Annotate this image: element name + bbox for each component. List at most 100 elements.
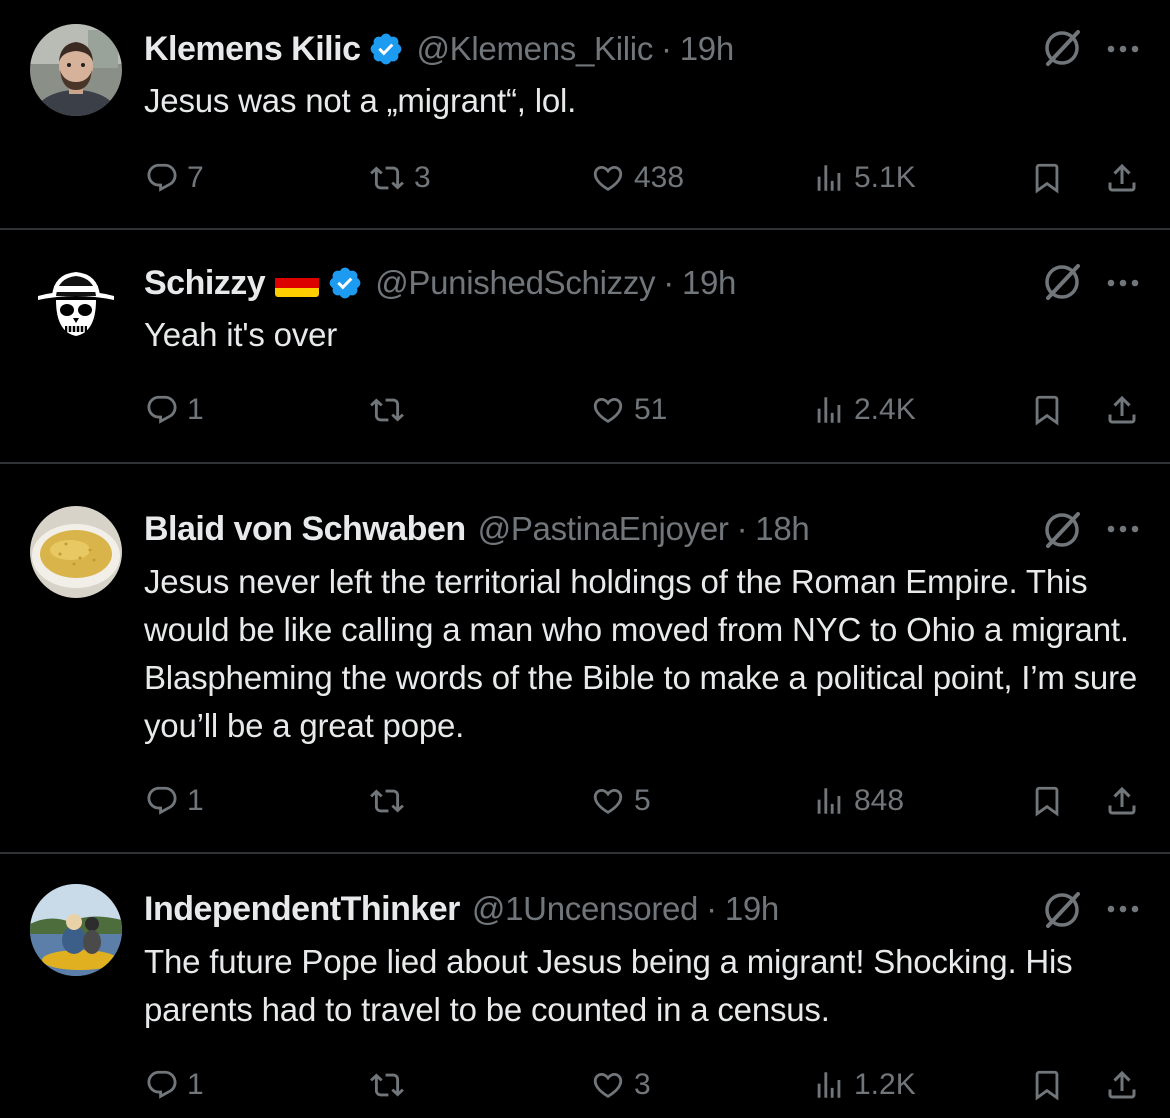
views-button[interactable]: 848 [812, 778, 904, 824]
views-icon [817, 788, 841, 814]
bookmark-button[interactable] [1030, 1062, 1064, 1108]
bookmark-button[interactable] [1030, 155, 1064, 201]
user-handle[interactable]: @1Uncensored [472, 890, 699, 928]
views-icon [817, 397, 841, 423]
bookmark-icon [1035, 395, 1059, 426]
views-count: 5.1K [854, 161, 916, 194]
like-icon [593, 788, 623, 814]
more-icon[interactable] [1100, 886, 1146, 932]
separator-dot: · [663, 264, 674, 301]
like-icon [593, 397, 623, 423]
views-button[interactable]: 2.4K [812, 387, 916, 433]
like-count: 3 [634, 1068, 651, 1101]
action-bar: 7 3 438 5.1K [0, 155, 1170, 201]
views-button[interactable]: 5.1K [812, 155, 916, 201]
display-name[interactable]: Schizzy [144, 264, 266, 303]
tweet-text: Jesus was not a „migrant“, lol. [144, 82, 577, 119]
tweet-header: Klemens Kilic @Klemens_Kilic · 19h [144, 26, 734, 72]
kayak-photo-avatar-icon [30, 884, 122, 976]
bookmark-icon [1035, 163, 1059, 194]
avatar[interactable] [30, 24, 122, 116]
avatar[interactable] [30, 506, 122, 598]
user-handle[interactable]: @PunishedSchizzy [375, 264, 655, 302]
like-button[interactable]: 5 [590, 778, 651, 824]
share-button[interactable] [1104, 387, 1140, 433]
action-bar: 1 5 848 [0, 778, 1170, 824]
reply-count: 1 [187, 784, 204, 817]
repost-button[interactable] [368, 387, 414, 433]
timestamp[interactable]: 19h [682, 264, 736, 302]
display-name[interactable]: IndependentThinker [144, 890, 460, 929]
reply-icon [147, 395, 177, 424]
tweet-klemens[interactable]: Klemens Kilic @Klemens_Kilic · 19h Jesus… [0, 0, 1170, 228]
repost-button[interactable] [368, 778, 414, 824]
timestamp[interactable]: 19h [680, 30, 734, 68]
bookmark-icon [1035, 786, 1059, 817]
avatar[interactable] [30, 256, 122, 348]
share-icon [1108, 786, 1136, 815]
tweet-independentthinker[interactable]: IndependentThinker @1Uncensored · 19h Th… [0, 854, 1170, 1118]
repost-icon [370, 398, 404, 422]
views-count: 848 [854, 784, 905, 817]
avatar[interactable] [30, 884, 122, 976]
timestamp[interactable]: 19h [725, 890, 779, 928]
display-name[interactable]: Klemens Kilic [144, 30, 361, 69]
like-button[interactable]: 438 [590, 155, 684, 201]
verified-badge-icon[interactable] [368, 31, 404, 67]
share-button[interactable] [1104, 778, 1140, 824]
more-icon[interactable] [1100, 506, 1146, 552]
repost-button[interactable] [368, 1062, 414, 1108]
germany-flag-icon [275, 269, 320, 297]
grok-icon[interactable] [1038, 24, 1086, 72]
grok-icon[interactable] [1038, 506, 1086, 554]
like-button[interactable]: 51 [590, 387, 667, 433]
repost-count: 3 [414, 161, 431, 194]
views-icon [817, 1072, 841, 1098]
reply-button[interactable]: 7 [145, 155, 204, 201]
grok-icon[interactable] [1038, 886, 1086, 934]
share-icon [1108, 1070, 1136, 1099]
user-handle[interactable]: @PastinaEnjoyer [478, 510, 729, 548]
action-bar: 1 3 1.2K [0, 1062, 1170, 1108]
reply-icon [147, 1070, 177, 1099]
tweet-blaid[interactable]: Blaid von Schwaben @PastinaEnjoyer · 18h… [0, 464, 1170, 852]
repost-icon [370, 1073, 404, 1097]
tweet-header: IndependentThinker @1Uncensored · 19h [144, 886, 779, 932]
share-icon [1108, 395, 1136, 424]
display-name[interactable]: Blaid von Schwaben [144, 510, 466, 549]
separator-dot: · [736, 510, 748, 547]
reply-button[interactable]: 1 [145, 778, 204, 824]
share-button[interactable] [1104, 1062, 1140, 1108]
views-count: 2.4K [854, 393, 916, 426]
tweet-header: Blaid von Schwaben @PastinaEnjoyer · 18h [144, 506, 810, 552]
views-button[interactable]: 1.2K [812, 1062, 916, 1108]
separator-dot: · [706, 890, 717, 927]
bookmark-button[interactable] [1030, 387, 1064, 433]
repost-button[interactable]: 3 [368, 155, 431, 201]
bookmark-button[interactable] [1030, 778, 1064, 824]
like-count: 51 [634, 393, 668, 426]
user-handle[interactable]: @Klemens_Kilic [416, 30, 653, 68]
grok-icon[interactable] [1038, 258, 1086, 306]
reply-icon [147, 786, 177, 815]
tweet-text: Jesus never left the territorial holding… [144, 563, 1138, 744]
like-count: 438 [634, 161, 685, 194]
share-button[interactable] [1104, 155, 1140, 201]
reply-count: 1 [187, 393, 204, 426]
bookmark-icon [1035, 1070, 1059, 1101]
like-icon [593, 1072, 623, 1098]
views-icon [817, 165, 841, 191]
verified-badge-icon[interactable] [327, 265, 363, 301]
reply-button[interactable]: 1 [145, 1062, 204, 1108]
repost-icon [370, 166, 404, 190]
tweet-schizzy[interactable]: Schizzy @PunishedSchizzy · 19h Yeah it's… [0, 230, 1170, 462]
reply-button[interactable]: 1 [145, 387, 204, 433]
timestamp[interactable]: 18h [755, 510, 809, 548]
like-button[interactable]: 3 [590, 1062, 651, 1108]
more-icon[interactable] [1100, 26, 1146, 72]
like-count: 5 [634, 784, 651, 817]
like-icon [593, 165, 623, 191]
tweet-text: The future Pope lied about Jesus being a… [144, 943, 1073, 1028]
share-icon [1108, 163, 1136, 192]
more-icon[interactable] [1100, 260, 1146, 306]
